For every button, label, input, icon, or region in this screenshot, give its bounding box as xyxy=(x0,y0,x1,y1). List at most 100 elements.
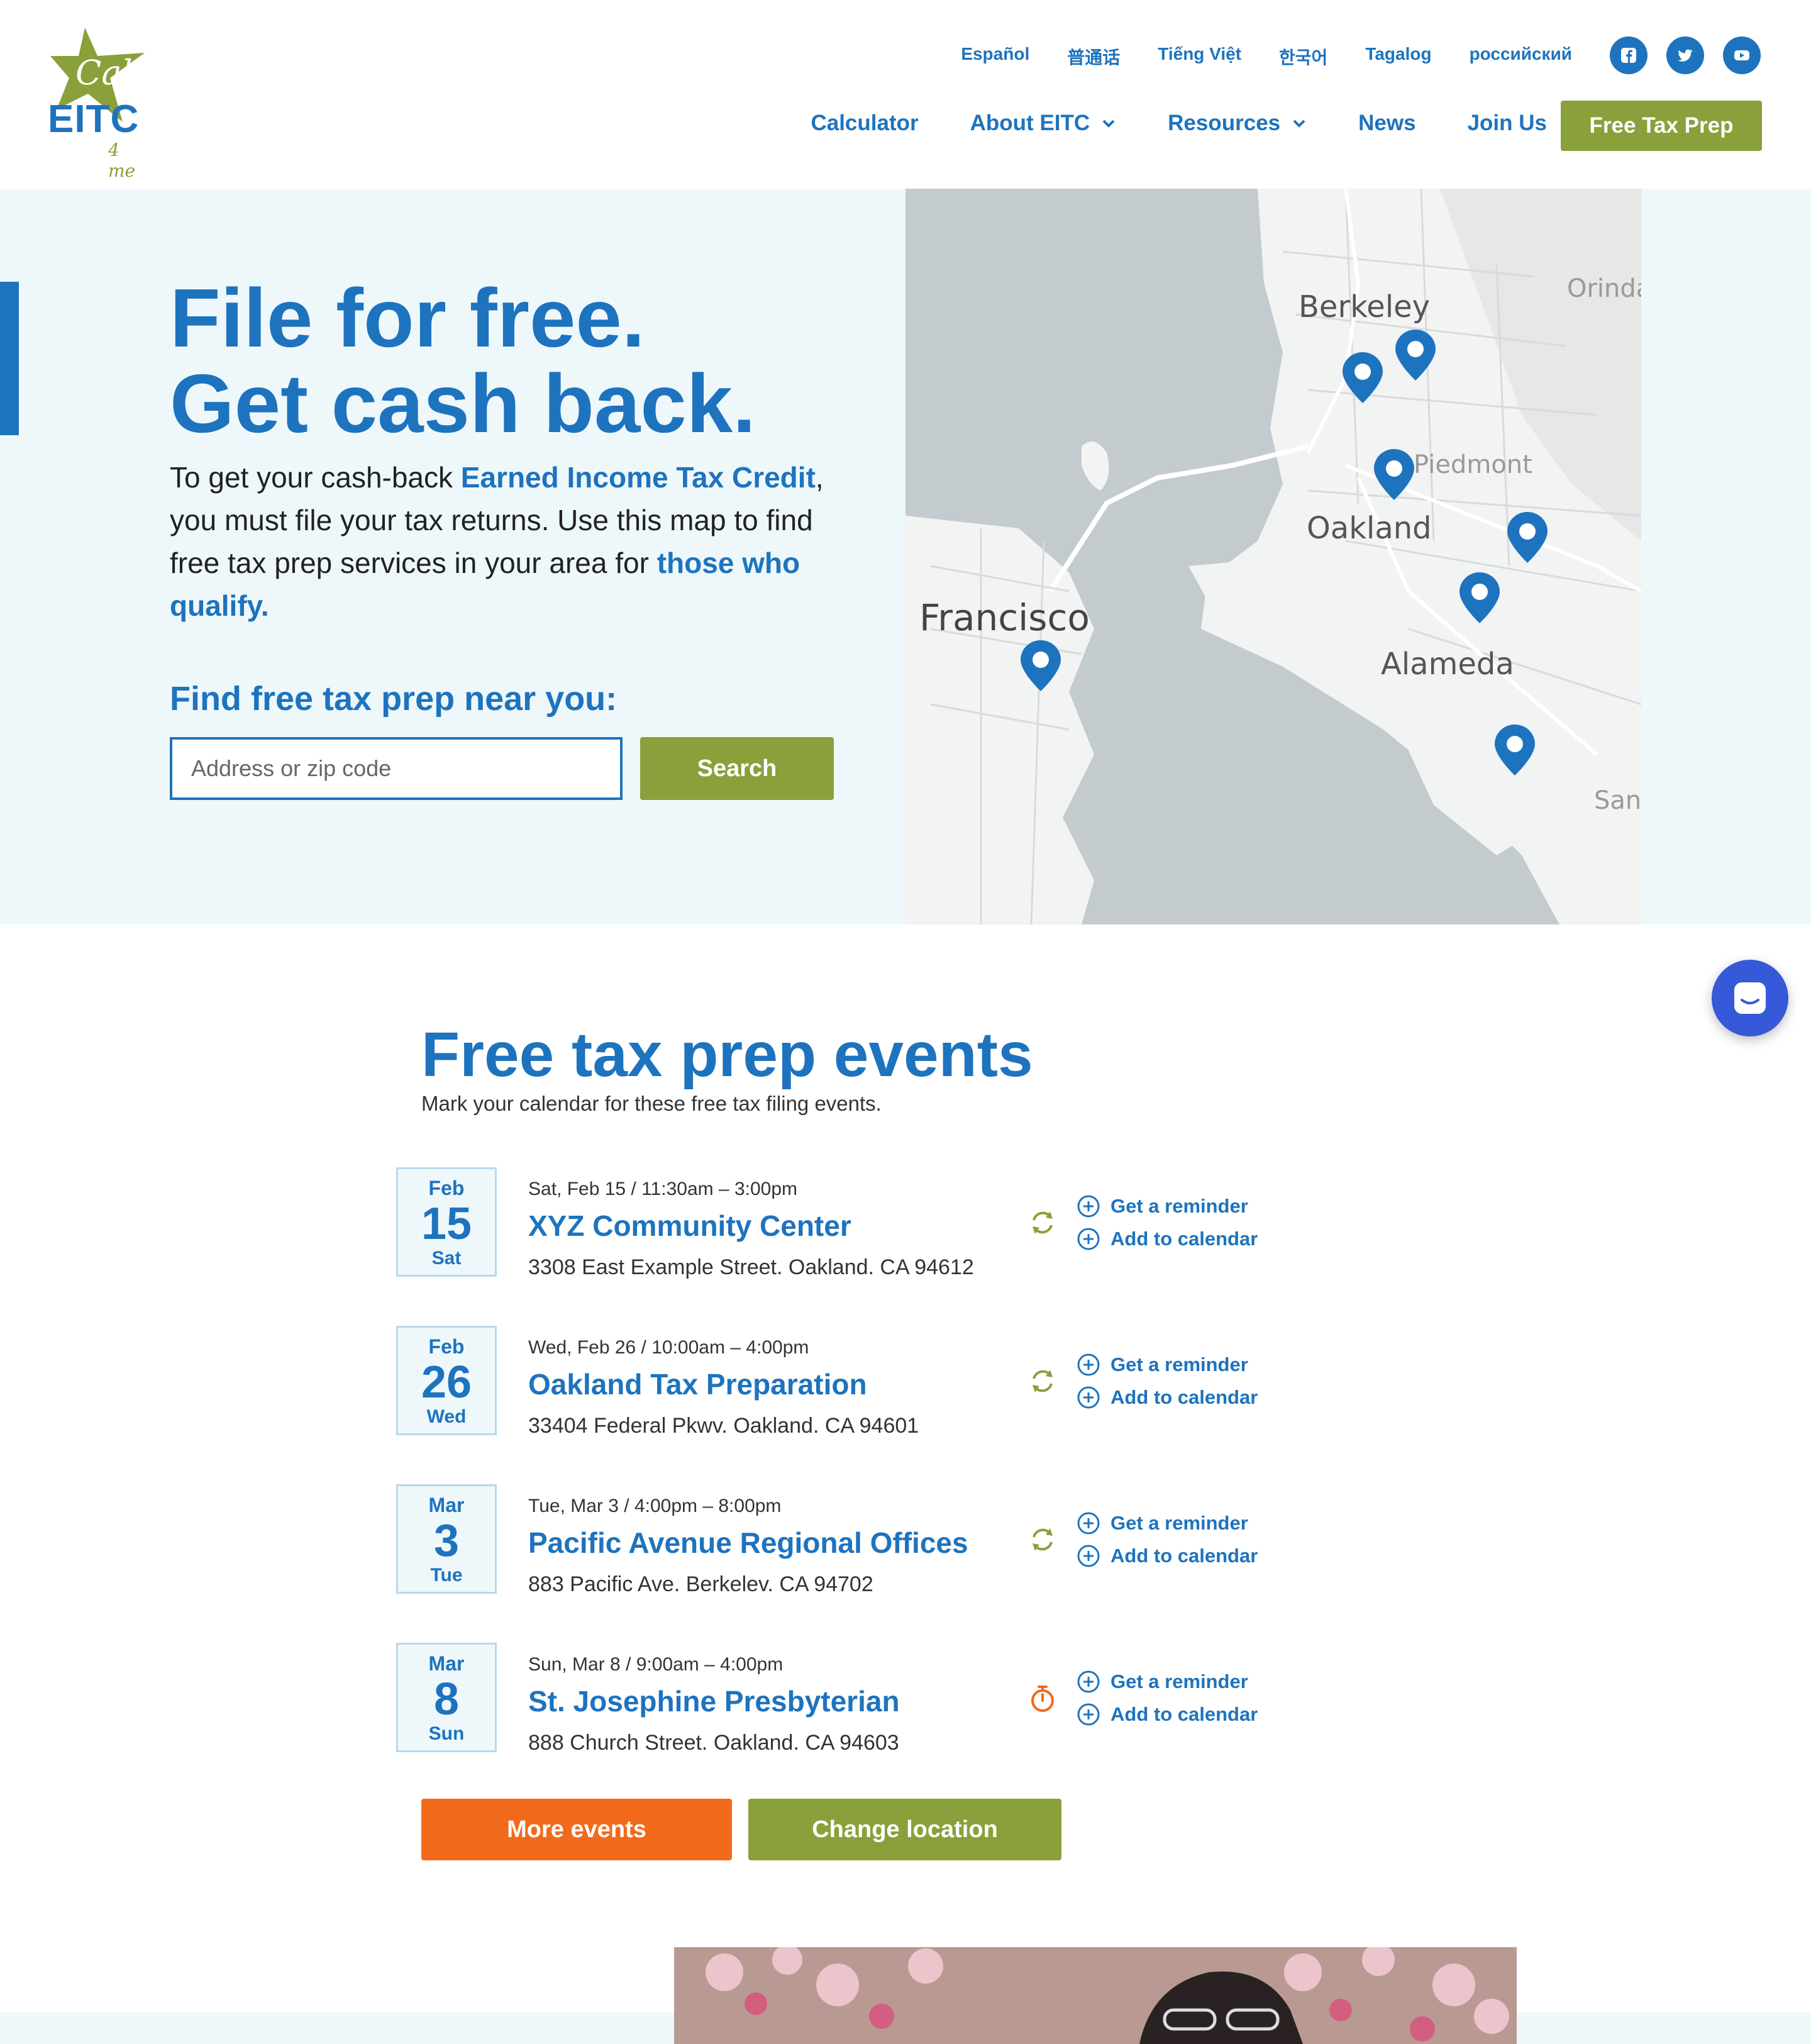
event-time: Sat, Feb 15 / 11:30am – 3:00pm xyxy=(528,1179,798,1199)
nav-about-eitc[interactable]: About EITC xyxy=(970,111,1117,136)
eitc-link[interactable]: Earned Income Tax Credit xyxy=(461,461,816,494)
map-label-piedmont: Piedmont xyxy=(1414,450,1532,479)
plus-circle-icon xyxy=(1077,1703,1100,1726)
get-reminder-label: Get a reminder xyxy=(1110,1353,1248,1375)
map-pin-icon[interactable] xyxy=(1372,448,1416,502)
map-label-berkeley: Berkeley xyxy=(1299,289,1431,325)
recurring-icon xyxy=(1033,1370,1053,1392)
map-pin-icon[interactable] xyxy=(1341,351,1385,405)
nav-calculator-label: Calculator xyxy=(811,111,919,135)
event-name-link[interactable]: Pacific Avenue Regional Offices xyxy=(528,1526,968,1560)
add-to-calendar-link[interactable]: Add to calendar xyxy=(1077,1698,1258,1731)
youtube-icon[interactable] xyxy=(1723,36,1761,74)
get-reminder-link[interactable]: Get a reminder xyxy=(1077,1190,1258,1223)
plus-circle-icon xyxy=(1077,1386,1100,1409)
plus-circle-icon xyxy=(1077,1670,1100,1693)
event-actions: Get a reminder Add to calendar xyxy=(1077,1348,1258,1414)
event-address: 33404 Federal Pkwv. Oakland. CA 94601 xyxy=(528,1414,919,1438)
nav-join-label: Join Us xyxy=(1467,111,1547,135)
lang-russian[interactable]: российский xyxy=(1470,44,1572,69)
event-weekday: Sun xyxy=(428,1723,465,1744)
event-day: 3 xyxy=(433,1516,460,1566)
event-day: 15 xyxy=(421,1199,472,1249)
event-address: 888 Church Street. Oakland. CA 94603 xyxy=(528,1731,899,1755)
caleitc-logo[interactable]: Cal EITC 4 me xyxy=(44,28,151,181)
map-label-oakland: Oakland xyxy=(1307,511,1432,546)
add-to-calendar-link[interactable]: Add to calendar xyxy=(1077,1381,1258,1414)
language-bar: Español 普通话 Tiếng Việt 한국어 Tagalog росси… xyxy=(961,44,1572,69)
lang-espanol[interactable]: Español xyxy=(961,44,1029,69)
chat-launcher-button[interactable] xyxy=(1712,960,1788,1036)
twitter-icon[interactable] xyxy=(1666,36,1704,74)
hero-title-line2: Get cash back. xyxy=(170,357,756,450)
get-reminder-link[interactable]: Get a reminder xyxy=(1077,1348,1258,1381)
event-date-box: Mar 3 Tue xyxy=(396,1484,497,1594)
event-time: Wed, Feb 26 / 10:00am – 4:00pm xyxy=(528,1337,809,1358)
event-day: 8 xyxy=(433,1674,460,1725)
nav-resources[interactable]: Resources xyxy=(1168,111,1307,136)
event-name-link[interactable]: XYZ Community Center xyxy=(528,1209,851,1243)
timer-icon xyxy=(1031,1686,1054,1712)
hero-text-part1: To get your cash-back xyxy=(170,461,461,494)
lang-mandarin[interactable]: 普通话 xyxy=(1067,44,1120,69)
event-date-box: Mar 8 Sun xyxy=(396,1643,497,1752)
get-reminder-link[interactable]: Get a reminder xyxy=(1077,1665,1258,1698)
plus-circle-icon xyxy=(1077,1545,1100,1567)
event-day: 26 xyxy=(421,1357,472,1408)
event-time: Sun, Mar 8 / 9:00am – 4:00pm xyxy=(528,1654,784,1675)
lang-vietnamese[interactable]: Tiếng Việt xyxy=(1158,44,1241,69)
event-name-link[interactable]: Oakland Tax Preparation xyxy=(528,1367,867,1401)
add-to-calendar-link[interactable]: Add to calendar xyxy=(1077,1223,1258,1255)
event-item: Feb 15 Sat Sat, Feb 15 / 11:30am – 3:00p… xyxy=(396,1167,1277,1280)
event-actions: Get a reminder Add to calendar xyxy=(1077,1190,1258,1255)
nav-news[interactable]: News xyxy=(1358,111,1415,136)
lang-korean[interactable]: 한국어 xyxy=(1279,44,1327,69)
lang-tagalog[interactable]: Tagalog xyxy=(1365,44,1431,69)
nav-news-label: News xyxy=(1358,111,1416,135)
event-name-link[interactable]: St. Josephine Presbyterian xyxy=(528,1684,900,1718)
event-actions: Get a reminder Add to calendar xyxy=(1077,1665,1258,1731)
search-button[interactable]: Search xyxy=(640,737,834,800)
event-time: Tue, Mar 3 / 4:00pm – 8:00pm xyxy=(528,1496,782,1516)
nav-join-us[interactable]: Join Us xyxy=(1468,111,1547,136)
event-date-box: Feb 26 Wed xyxy=(396,1326,497,1435)
nav-resources-label: Resources xyxy=(1168,111,1281,135)
map-pin-icon[interactable] xyxy=(1019,639,1063,693)
change-location-button[interactable]: Change location xyxy=(748,1799,1061,1860)
map-pin-icon[interactable] xyxy=(1505,511,1549,565)
logo-eitc-text: EITC xyxy=(48,97,140,141)
logo-cal-text: Cal xyxy=(75,53,133,92)
event-month: Feb xyxy=(428,1335,465,1358)
get-reminder-label: Get a reminder xyxy=(1110,1195,1248,1217)
hero-title: File for free. Get cash back. xyxy=(170,275,756,447)
nav-calculator[interactable]: Calculator xyxy=(811,111,918,136)
map-pin-icon[interactable] xyxy=(1458,571,1502,625)
add-to-calendar-label: Add to calendar xyxy=(1110,1386,1258,1408)
recurring-icon xyxy=(1033,1528,1053,1551)
free-tax-prep-button[interactable]: Free Tax Prep xyxy=(1561,101,1762,151)
plus-circle-icon xyxy=(1077,1228,1100,1250)
get-reminder-label: Get a reminder xyxy=(1110,1512,1248,1534)
map-label-san: San xyxy=(1594,786,1641,815)
address-search-input[interactable] xyxy=(170,737,623,800)
plus-circle-icon xyxy=(1077,1195,1100,1218)
map-pin-icon[interactable] xyxy=(1393,328,1437,382)
events-title: Free tax prep events xyxy=(421,1019,1033,1090)
map-pin-icon[interactable] xyxy=(1493,723,1537,777)
hero-section: File for free. Get cash back. To get you… xyxy=(0,189,1811,925)
chevron-down-icon xyxy=(1293,119,1305,128)
get-reminder-link[interactable]: Get a reminder xyxy=(1077,1507,1258,1540)
event-address: 883 Pacific Ave. Berkelev. CA 94702 xyxy=(528,1572,873,1596)
map-label-francisco: Francisco xyxy=(919,596,1090,639)
event-item: Mar 8 Sun Sun, Mar 8 / 9:00am – 4:00pm S… xyxy=(396,1643,1277,1756)
add-to-calendar-label: Add to calendar xyxy=(1110,1228,1258,1250)
add-to-calendar-label: Add to calendar xyxy=(1110,1545,1258,1567)
map-label-alameda: Alameda xyxy=(1381,647,1514,682)
event-item: Feb 26 Wed Wed, Feb 26 / 10:00am – 4:00p… xyxy=(396,1326,1277,1439)
facebook-icon[interactable] xyxy=(1610,36,1648,74)
more-events-button[interactable]: More events xyxy=(421,1799,732,1860)
map-label-orinda: Orinda xyxy=(1567,274,1641,303)
tax-prep-map[interactable]: Berkeley Orinda Piedmont Oakland Francis… xyxy=(906,189,1641,925)
add-to-calendar-link[interactable]: Add to calendar xyxy=(1077,1540,1258,1572)
chat-icon xyxy=(1734,982,1766,1014)
